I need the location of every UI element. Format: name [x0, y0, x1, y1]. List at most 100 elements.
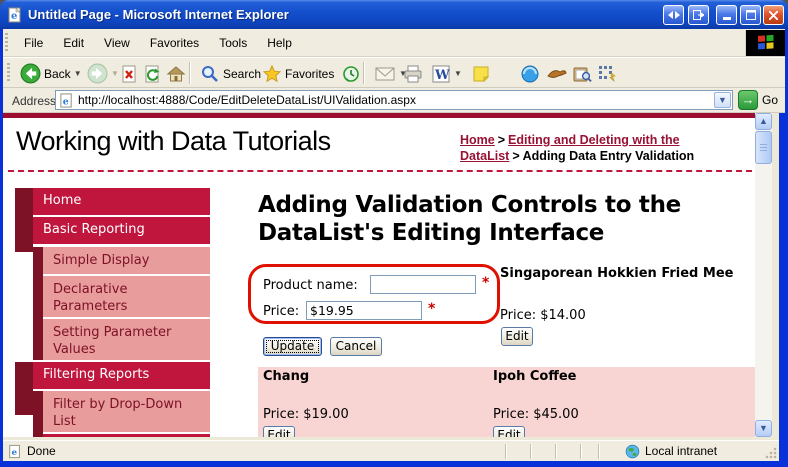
svg-text:W: W	[434, 68, 450, 83]
product-price-text: Price: $19.00	[263, 407, 349, 422]
product-name-heading: Ipoh Coffee	[493, 369, 577, 384]
search-label: Search	[223, 66, 262, 81]
ie-document-icon: e	[8, 6, 21, 22]
menu-edit[interactable]: Edit	[53, 33, 94, 53]
product-price-text: Price: $45.00	[493, 407, 579, 422]
back-button[interactable]: Back ▼	[20, 61, 82, 86]
refresh-icon	[145, 65, 160, 82]
edit-button[interactable]: Edit	[493, 426, 525, 437]
toolbar-separator	[363, 62, 364, 84]
intranet-globe-icon	[625, 444, 640, 459]
sidebar-tab-bar	[15, 362, 33, 415]
msn-bird-button[interactable]	[546, 61, 568, 86]
product-name-heading: Singaporean Hokkien Fried Mee	[500, 266, 734, 281]
close-button[interactable]	[763, 5, 784, 25]
page-viewport: Working with Data Tutorials Home > Editing…	[3, 118, 755, 437]
messenger-button[interactable]	[520, 61, 540, 86]
menu-bar: File Edit View Favorites Tools Help	[3, 29, 785, 57]
breadcrumb-separator: >	[512, 149, 520, 163]
update-button[interactable]: Update	[263, 337, 322, 356]
menu-help[interactable]: Help	[257, 33, 302, 53]
edit-with-word-button[interactable]: W ▼	[431, 61, 462, 86]
search-icon	[202, 65, 218, 82]
window-title: Untitled Page - Microsoft Internet Explo…	[28, 7, 289, 22]
back-label: Back	[44, 66, 71, 81]
maximize-button[interactable]	[740, 5, 761, 25]
stop-button[interactable]	[120, 61, 138, 86]
address-input[interactable]: e http://localhost:4888/Code/EditDeleteD…	[55, 90, 733, 110]
sidebar-item-filtering-reports[interactable]: Filtering Reports	[33, 362, 210, 389]
annotation-ellipse	[248, 264, 500, 324]
edit-button[interactable]: Edit	[501, 327, 533, 346]
refresh-button[interactable]	[143, 61, 161, 86]
messenger-grid-button[interactable]	[597, 61, 617, 86]
resize-grip[interactable]	[764, 446, 777, 459]
window-inner-edge	[772, 113, 779, 437]
vertical-scrollbar[interactable]: ▲ ▼	[755, 113, 772, 437]
address-label: Address	[12, 94, 57, 108]
edit-dropdown-icon[interactable]: ▼	[454, 69, 462, 78]
forward-icon	[87, 63, 108, 84]
title-bar: e Untitled Page - Microsoft Internet Exp…	[0, 0, 788, 29]
mail-button[interactable]: ▼	[374, 61, 407, 86]
menu-favorites[interactable]: Favorites	[140, 33, 209, 53]
address-dropdown-icon[interactable]: ▼	[714, 92, 731, 108]
bird-icon	[547, 69, 567, 78]
breadcrumb: Home > Editing and Deleting with the DataL…	[460, 132, 754, 164]
scroll-down-icon[interactable]: ▼	[755, 420, 772, 437]
product-price-text: Price: $14.00	[500, 308, 586, 323]
windows-logo-throbber	[745, 30, 785, 56]
home-icon	[166, 65, 186, 81]
menu-view[interactable]: View	[94, 33, 140, 53]
edit-button[interactable]: Edit	[263, 426, 295, 437]
go-button[interactable]: →	[738, 90, 758, 110]
url-text[interactable]: http://localhost:4888/Code/EditDeleteDat…	[78, 93, 714, 107]
sidebar-item-home[interactable]: Home	[33, 188, 210, 215]
mail-icon	[375, 67, 395, 80]
breadcrumb-current: Adding Data Entry Validation	[522, 149, 695, 163]
site-title: Working with Data Tutorials	[16, 126, 331, 156]
research-button[interactable]	[572, 61, 592, 86]
favorites-label: Favorites	[285, 66, 335, 81]
header-divider	[8, 170, 752, 172]
svg-text:e: e	[11, 11, 17, 22]
svg-text:e: e	[12, 448, 18, 458]
toolbar: Back ▼ ▼ Search Favorites ▼ W ▼	[3, 57, 785, 88]
menu-tools[interactable]: Tools	[209, 33, 257, 53]
cancel-button[interactable]: Cancel	[330, 337, 382, 356]
status-separator	[530, 444, 531, 459]
vm-popout-button[interactable]	[688, 5, 709, 25]
sidebar-item-filter-by-dropdown-list[interactable]: Filter by Drop-Down List	[43, 391, 210, 432]
menu-grip[interactable]	[5, 32, 8, 53]
go-label[interactable]: Go	[762, 93, 778, 107]
back-dropdown-icon[interactable]: ▼	[74, 69, 82, 78]
favorites-star-icon	[262, 64, 282, 82]
toolbar-grip[interactable]	[7, 63, 10, 83]
minimize-button[interactable]	[716, 5, 737, 25]
sidebar-item-declarative-parameters[interactable]: Declarative Parameters	[43, 276, 210, 317]
breadcrumb-home-link[interactable]: Home	[460, 133, 495, 147]
print-button[interactable]	[403, 61, 423, 86]
sidebar-item-setting-parameter-values[interactable]: Setting Parameter Values	[43, 319, 210, 360]
menu-file[interactable]: File	[14, 33, 53, 53]
status-separator	[598, 444, 599, 459]
status-page-icon: e	[9, 444, 20, 459]
status-bar: e Done Local intranet	[3, 440, 779, 461]
status-text: Done	[27, 444, 56, 458]
windows-flag-icon	[757, 35, 773, 50]
page-ie-icon: e	[60, 92, 72, 108]
vm-arrows-button[interactable]	[663, 5, 684, 25]
discuss-button[interactable]	[471, 61, 491, 86]
history-button[interactable]	[341, 61, 361, 86]
forward-button[interactable]: ▼	[87, 61, 119, 86]
scrollbar-thumb[interactable]	[755, 131, 772, 164]
home-button[interactable]	[166, 61, 186, 86]
history-icon	[343, 65, 359, 82]
sidebar-item-basic-reporting[interactable]: Basic Reporting	[33, 217, 210, 244]
sidebar-item-simple-display[interactable]: Simple Display	[43, 247, 210, 274]
page-title: Adding Validation Controls to the DataLi…	[258, 192, 681, 246]
search-button[interactable]: Search	[200, 61, 261, 86]
favorites-button[interactable]: Favorites	[262, 61, 334, 86]
scroll-up-icon[interactable]: ▲	[755, 113, 772, 130]
stop-icon	[122, 65, 136, 82]
